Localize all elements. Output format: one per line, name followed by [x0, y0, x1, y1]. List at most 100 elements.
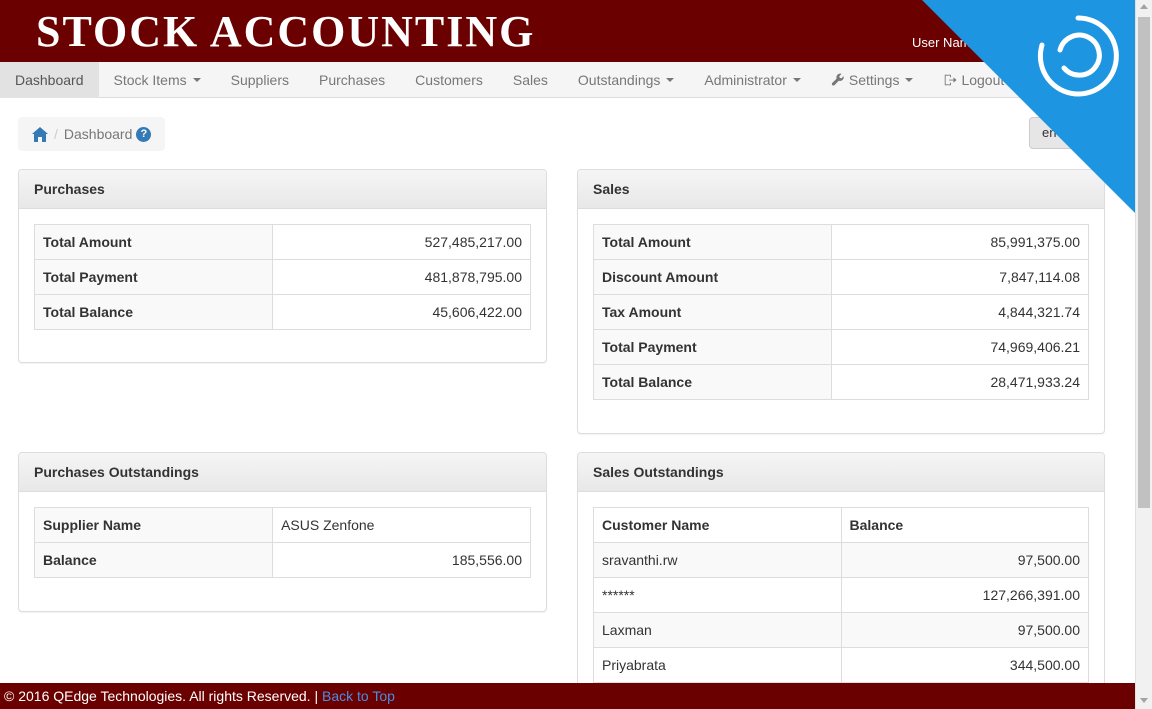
row-label: Tax Amount	[593, 294, 832, 330]
row-value: 85,991,375.00	[830, 224, 1090, 260]
language-button[interactable]: en	[1029, 117, 1109, 149]
caret-down-icon	[666, 78, 675, 82]
panel-title: Purchases	[19, 170, 546, 209]
table-row: sravanthi.rw 97,500.00	[593, 542, 1089, 578]
customer-balance: 127,266,391.00	[840, 577, 1089, 613]
purchases-outstandings-table: Supplier Name ASUS Zenfone Balance 185,556…	[33, 507, 531, 578]
copyright-text: © 2016 QEdge Technologies. All rights Re…	[4, 688, 319, 704]
nav-dashboard[interactable]: Dashboard	[0, 62, 99, 98]
row-value: 7,847,114.08	[830, 259, 1090, 295]
table-row: Total Balance 28,471,933.24	[593, 364, 1090, 400]
row-label: Discount Amount	[593, 259, 832, 295]
sales-outstandings-panel: Sales Outstandings Customer Name Balance…	[577, 452, 1105, 692]
caret-down-icon	[905, 78, 914, 82]
table-row: Discount Amount 7,847,114.08	[593, 259, 1090, 295]
customer-balance: 97,500.00	[840, 612, 1089, 648]
panel-title: Sales	[578, 170, 1104, 209]
breadcrumb-separator: /	[54, 126, 58, 142]
nav-label: Customers	[415, 72, 483, 88]
column-header-customer-name: Customer Name	[593, 507, 842, 543]
table-row: Total Amount 85,991,375.00	[593, 224, 1090, 260]
nav-customers[interactable]: Customers	[400, 62, 498, 98]
table-header-row: Customer Name Balance	[593, 507, 1089, 543]
table-row: Total Amount 527,485,217.00	[33, 224, 531, 260]
footer: © 2016 QEdge Technologies. All rights Re…	[0, 683, 1135, 709]
row-value: 481,878,795.00	[272, 259, 531, 295]
row-value: 527,485,217.00	[272, 224, 531, 260]
nav-administrator[interactable]: Administrator	[689, 62, 815, 98]
table-row: Laxman 97,500.00	[593, 612, 1089, 648]
row-label: Supplier Name	[33, 507, 274, 543]
nav-label: Logout	[961, 72, 1005, 88]
row-label: Total Amount	[593, 224, 832, 260]
customer-name: sravanthi.rw	[593, 542, 842, 578]
customer-name: Laxman	[593, 612, 842, 648]
panel-title: Purchases Outstandings	[19, 453, 546, 492]
customer-name: Priyabrata	[593, 647, 842, 683]
row-label: Total Balance	[593, 364, 832, 400]
app-header: STOCK ACCOUNTING User Nam	[0, 0, 1135, 62]
back-to-top-link[interactable]: Back to Top	[322, 688, 395, 704]
row-value: ASUS Zenfone	[272, 507, 531, 543]
nav-sales[interactable]: Sales	[498, 62, 563, 98]
nav-label: Suppliers	[230, 72, 290, 88]
nav-label: Outstandings	[577, 72, 661, 88]
table-row: Priyabrata 344,500.00	[593, 647, 1089, 683]
table-row: Total Payment 481,878,795.00	[33, 259, 531, 295]
nav-suppliers[interactable]: Suppliers	[216, 62, 304, 98]
purchases-table: Total Amount 527,485,217.00 Total Payment…	[33, 224, 531, 330]
scroll-thumb[interactable]	[1138, 17, 1150, 508]
nav-purchases[interactable]: Purchases	[304, 62, 400, 98]
table-row: Supplier Name ASUS Zenfone	[33, 507, 531, 543]
nav-label: Purchases	[319, 72, 386, 88]
customer-balance: 344,500.00	[840, 647, 1089, 683]
question-circle-icon[interactable]: ?	[136, 126, 152, 142]
nav-label: Administrator	[704, 72, 787, 88]
caret-down-icon	[792, 78, 801, 82]
row-label: Total Balance	[33, 294, 274, 330]
row-value: 45,606,422.00	[272, 294, 531, 330]
sales-table: Total Amount 85,991,375.00 Discount Amoun…	[593, 224, 1090, 400]
panel-title: Sales Outstandings	[578, 453, 1104, 492]
main-navbar: Dashboard Stock Items Suppliers Purchase…	[0, 62, 1135, 98]
purchases-outstandings-panel: Purchases Outstandings Supplier Name ASUS…	[18, 452, 547, 612]
breadcrumb: / Dashboard ?	[18, 117, 166, 151]
row-label: Balance	[33, 542, 274, 578]
table-row: Tax Amount 4,844,321.74	[593, 294, 1090, 330]
row-value: 185,556.00	[272, 542, 531, 578]
table-row: Balance 185,556.00	[33, 542, 531, 578]
scroll-up-arrow-icon[interactable]	[1140, 4, 1148, 9]
table-row: ****** 127,266,391.00	[593, 577, 1089, 613]
scroll-down-arrow-icon[interactable]	[1140, 698, 1148, 703]
vertical-scrollbar[interactable]	[1135, 0, 1152, 709]
nav-label: Sales	[512, 72, 548, 88]
nav-logout[interactable]: Logout	[928, 62, 1019, 98]
row-value: 28,471,933.24	[830, 364, 1090, 400]
table-row: Total Payment 74,969,406.21	[593, 329, 1090, 365]
purchases-panel: Purchases Total Amount 527,485,217.00 Tot…	[18, 169, 547, 363]
logout-icon	[945, 74, 958, 86]
row-label: Total Payment	[593, 329, 832, 365]
user-name-label[interactable]: User Nam	[912, 35, 971, 50]
sales-outstandings-table: Customer Name Balance sravanthi.rw 97,500…	[593, 507, 1089, 683]
caret-down-icon	[192, 78, 201, 82]
customer-name: ******	[593, 577, 842, 613]
wrench-icon	[831, 73, 844, 86]
row-label: Total Payment	[33, 259, 274, 295]
nav-outstandings[interactable]: Outstandings	[563, 62, 690, 98]
breadcrumb-current: Dashboard	[63, 126, 133, 142]
nav-label: Settings	[848, 72, 900, 88]
brand-title[interactable]: STOCK ACCOUNTING	[36, 6, 535, 57]
nav-label: Dashboard	[15, 72, 84, 88]
nav-stock-items[interactable]: Stock Items	[99, 62, 216, 98]
row-value: 74,969,406.21	[830, 329, 1090, 365]
home-icon[interactable]	[32, 126, 48, 142]
sales-panel: Sales Total Amount 85,991,375.00 Discount…	[577, 169, 1105, 434]
row-value: 4,844,321.74	[830, 294, 1090, 330]
nav-label: Stock Items	[113, 72, 187, 88]
customer-balance: 97,500.00	[840, 542, 1089, 578]
nav-settings[interactable]: Settings	[816, 62, 929, 98]
table-row: Total Balance 45,606,422.00	[33, 294, 531, 330]
column-header-balance: Balance	[840, 507, 1089, 543]
row-label: Total Amount	[33, 224, 274, 260]
